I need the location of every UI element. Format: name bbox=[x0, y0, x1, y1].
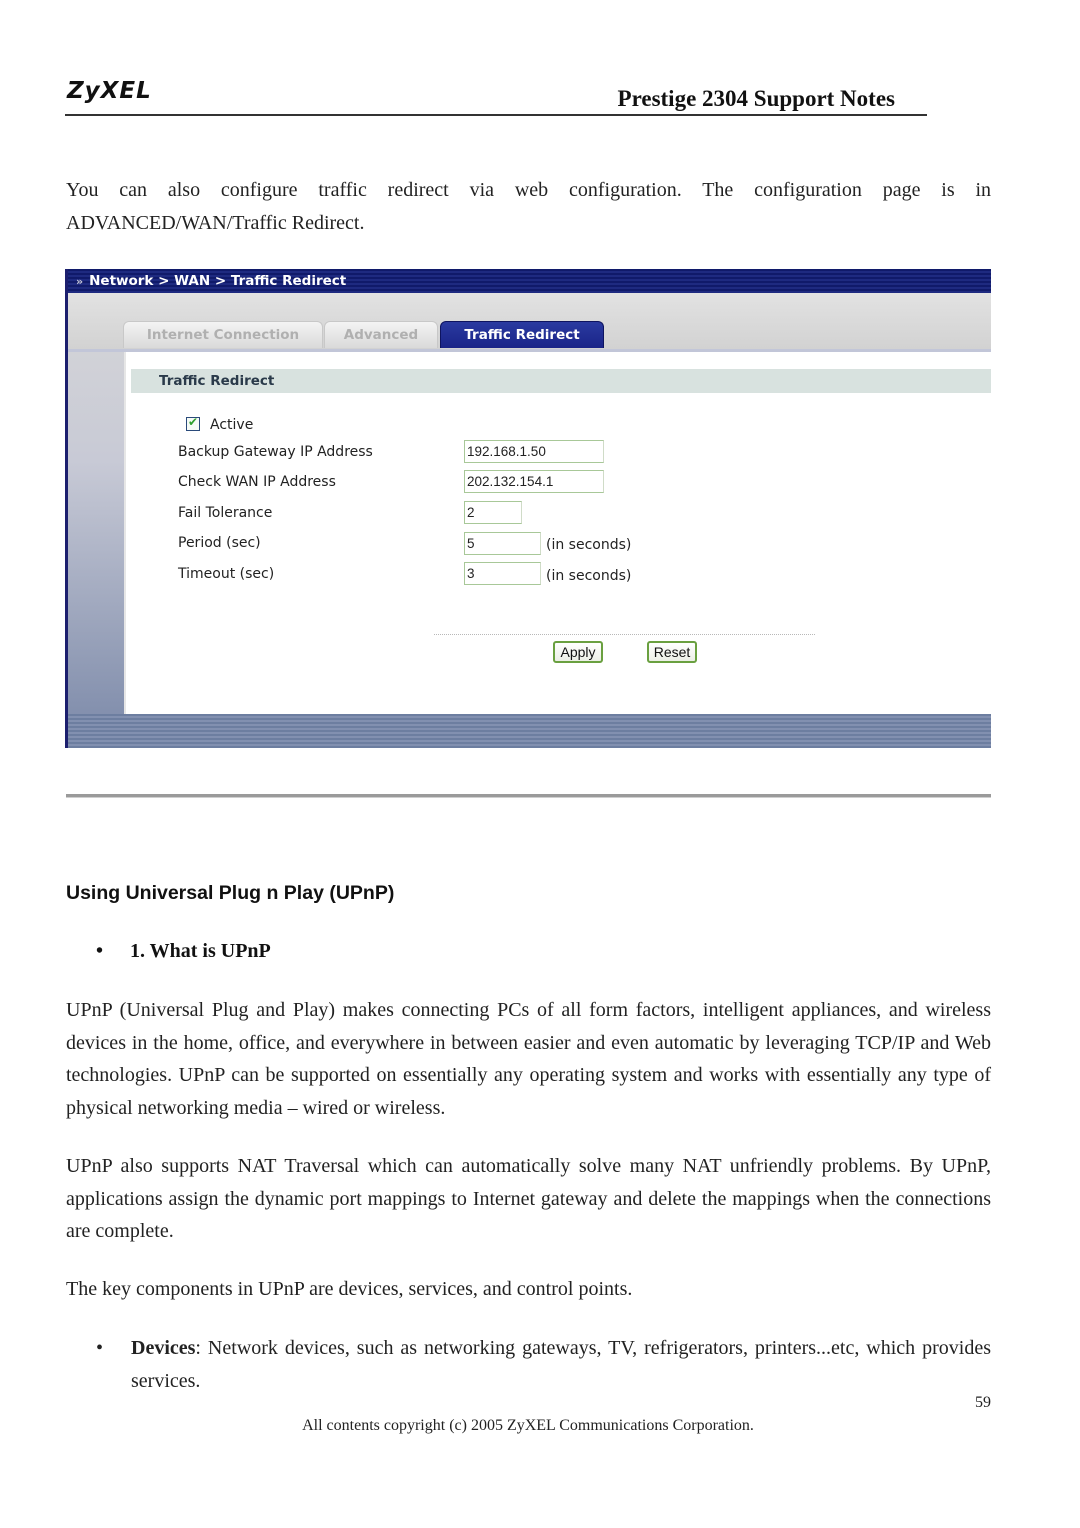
paragraph: UPnP (Universal Plug and Play) makes con… bbox=[66, 999, 991, 1119]
copyright-footer: All contents copyright (c) 2005 ZyXEL Co… bbox=[302, 1417, 754, 1434]
period-unit: (in seconds) bbox=[546, 537, 632, 553]
subheading: 1. What is UPnP bbox=[130, 940, 271, 962]
active-label: Active bbox=[210, 417, 254, 433]
breadcrumb: Network > WAN > Traffic Redirect bbox=[89, 273, 347, 289]
active-checkbox[interactable] bbox=[186, 415, 200, 431]
breadcrumb-bar: » Network > WAN > Traffic Redirect bbox=[68, 269, 991, 293]
paragraph: The key components in UPnP are devices, … bbox=[66, 1278, 633, 1300]
traffic-redirect-screenshot: » Network > WAN > Traffic Redirect Intern… bbox=[65, 269, 991, 748]
list-item-text: Devices: Network devices, such as networ… bbox=[131, 1332, 991, 1397]
intro-paragraph: You can also configure traffic redirect … bbox=[66, 174, 991, 239]
list-item-term: Devices bbox=[131, 1337, 196, 1359]
backup-gateway-input[interactable]: 192.168.1.50 bbox=[464, 440, 604, 463]
section-title: Traffic Redirect bbox=[131, 369, 991, 393]
paragraph: UPnP also supports NAT Traversal which c… bbox=[66, 1155, 991, 1242]
check-wan-input[interactable]: 202.132.154.1 bbox=[464, 470, 604, 493]
period-input[interactable]: 5 bbox=[464, 532, 541, 555]
bullet-icon: • bbox=[96, 1337, 104, 1359]
timeout-label: Timeout (sec) bbox=[178, 566, 275, 582]
intro-line-1: You can also configure traffic redirect … bbox=[66, 179, 991, 201]
horizontal-rule bbox=[66, 794, 991, 798]
list-item-description: : Network devices, such as networking ga… bbox=[131, 1337, 991, 1392]
bullet-icon: • bbox=[96, 940, 104, 962]
timeout-input[interactable]: 3 bbox=[464, 562, 541, 585]
tab-traffic-redirect[interactable]: Traffic Redirect bbox=[440, 321, 604, 348]
section-heading: Using Universal Plug n Play (UPnP) bbox=[66, 882, 395, 904]
zyxel-logo: ZyXEL bbox=[67, 78, 152, 104]
apply-button[interactable]: Apply bbox=[553, 641, 603, 663]
timeout-unit: (in seconds) bbox=[546, 568, 632, 584]
backup-gateway-label: Backup Gateway IP Address bbox=[178, 444, 373, 460]
double-arrow-icon: » bbox=[76, 275, 84, 288]
divider bbox=[434, 634, 815, 635]
page-number: 59 bbox=[975, 1394, 991, 1411]
reset-button[interactable]: Reset bbox=[647, 641, 697, 663]
fail-tolerance-label: Fail Tolerance bbox=[178, 505, 273, 521]
fail-tolerance-input[interactable]: 2 bbox=[464, 501, 522, 524]
intro-path: ADVANCED/WAN/Traffic Redirect. bbox=[66, 211, 365, 234]
document-title: Prestige 2304 Support Notes bbox=[617, 86, 895, 111]
page-header: ZyXEL Prestige 2304 Support Notes bbox=[65, 72, 927, 116]
check-wan-label: Check WAN IP Address bbox=[178, 474, 336, 490]
tab-advanced[interactable]: Advanced bbox=[324, 321, 438, 348]
period-label: Period (sec) bbox=[178, 535, 261, 551]
content-panel: Traffic Redirect Active Backup Gateway I… bbox=[124, 352, 991, 714]
bottom-band bbox=[68, 714, 991, 748]
tab-internet-connection[interactable]: Internet Connection bbox=[123, 321, 323, 348]
